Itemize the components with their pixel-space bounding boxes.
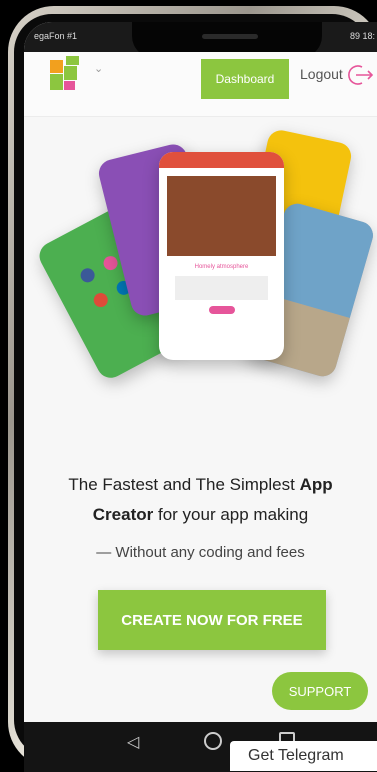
- carrier-text: egaFon #1: [34, 31, 78, 41]
- get-telegram-popup[interactable]: Get Telegram: [230, 741, 377, 771]
- hero-headline: The Fastest and The Simplest App Creator…: [68, 475, 333, 524]
- headline-bold-app: App: [299, 475, 333, 494]
- speaker-icon: [202, 34, 258, 39]
- app-logo-icon[interactable]: [50, 56, 80, 90]
- mockup-card-title: Homely atmosphere: [194, 264, 249, 270]
- status-right-text: 89 18:: [349, 31, 375, 41]
- dashboard-button[interactable]: Dashboard: [201, 59, 289, 99]
- headline-bold-creator: Creator: [92, 505, 154, 524]
- phones-mockup-illustration: Homely atmosphere: [34, 127, 377, 420]
- mockup-phone-center: Homely atmosphere: [159, 152, 284, 360]
- chevron-down-icon[interactable]: ⌄: [94, 62, 103, 75]
- logout-link[interactable]: Logout: [300, 66, 343, 82]
- app-screen: egaFon #1 89 18: ⌄ Dashboard Logout Home…: [24, 22, 377, 772]
- support-button[interactable]: SUPPORT: [272, 672, 368, 710]
- home-icon[interactable]: [204, 732, 222, 750]
- logout-icon[interactable]: [348, 64, 374, 86]
- create-now-button[interactable]: CREATE NOW FOR FREE: [98, 590, 326, 650]
- back-icon[interactable]: ◁: [127, 732, 139, 752]
- hero-subline: — Without any coding and fees: [96, 544, 305, 561]
